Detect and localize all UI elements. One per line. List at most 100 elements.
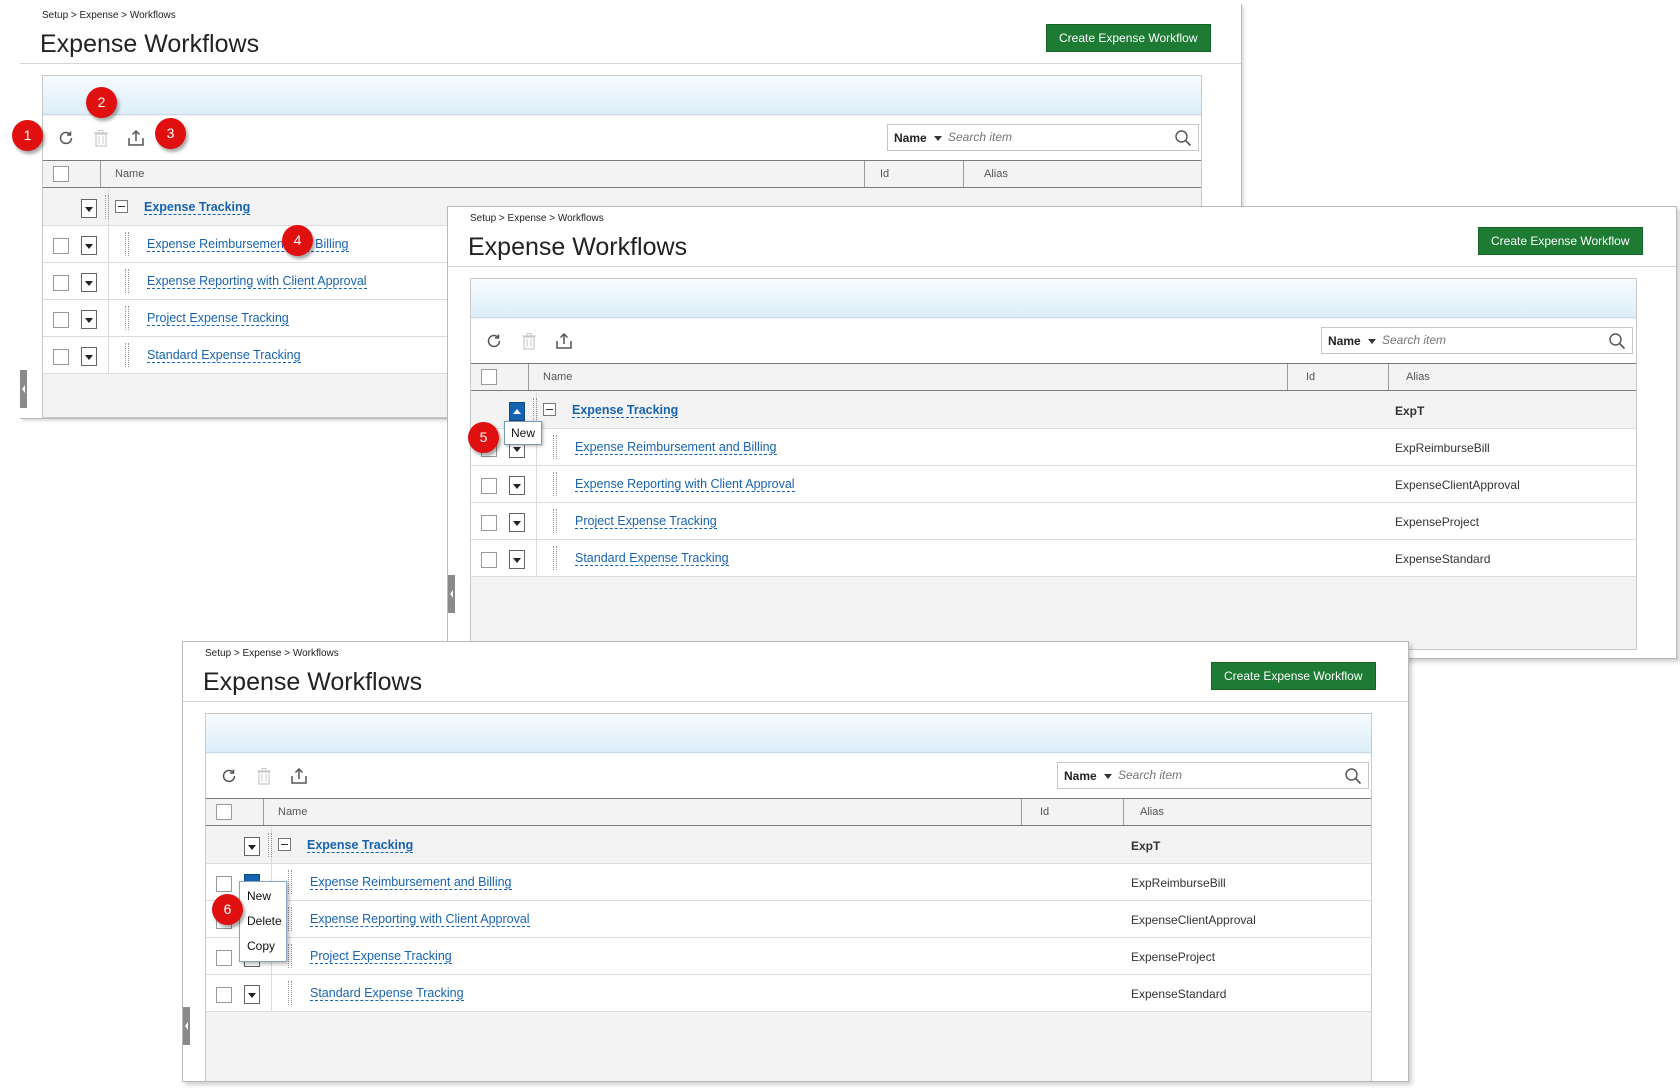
column-id[interactable]: Id: [880, 161, 889, 187]
workflow-link[interactable]: Expense Reporting with Client Approval: [310, 912, 530, 927]
search-icon[interactable]: [1174, 129, 1192, 152]
drag-handle-icon[interactable]: [553, 509, 557, 533]
table-row-group[interactable]: Expense Tracking ExpT: [471, 392, 1636, 429]
breadcrumb[interactable]: Setup > Expense > Workflows: [42, 10, 176, 21]
table-row[interactable]: Project Expense Tracking ExpenseProject: [206, 938, 1371, 975]
export-icon[interactable]: [288, 765, 310, 787]
chevron-down-icon[interactable]: [1104, 774, 1112, 779]
create-expense-workflow-button[interactable]: Create Expense Workflow: [1211, 662, 1376, 690]
row-menu-dropdown[interactable]: [244, 985, 260, 1004]
menu-item-delete[interactable]: Delete: [240, 909, 286, 934]
row-menu-dropdown[interactable]: [509, 550, 525, 569]
table-row-group[interactable]: Expense Tracking ExpT: [206, 827, 1371, 864]
column-alias[interactable]: Alias: [984, 161, 1008, 187]
export-icon[interactable]: [553, 330, 575, 352]
refresh-icon[interactable]: [55, 127, 77, 149]
breadcrumb[interactable]: Setup > Expense > Workflows: [470, 213, 604, 224]
export-icon[interactable]: [125, 127, 147, 149]
workflow-link[interactable]: Expense Reporting with Client Approval: [575, 477, 795, 492]
delete-icon[interactable]: [518, 330, 540, 352]
table-row[interactable]: Standard Expense Tracking ExpenseStandar…: [206, 975, 1371, 1012]
table-row[interactable]: Expense Reporting with Client Approval E…: [471, 466, 1636, 503]
drag-handle-icon[interactable]: [553, 546, 557, 570]
search-input[interactable]: [1118, 768, 1318, 782]
table-row[interactable]: Project Expense Tracking ExpenseProject: [471, 503, 1636, 540]
group-link[interactable]: Expense Tracking: [144, 200, 251, 215]
create-expense-workflow-button[interactable]: Create Expense Workflow: [1478, 227, 1643, 255]
chevron-down-icon[interactable]: [934, 136, 942, 141]
menu-item-new[interactable]: New: [240, 884, 286, 909]
row-checkbox[interactable]: [481, 478, 497, 494]
workflow-link[interactable]: Project Expense Tracking: [147, 311, 289, 326]
collapse-icon[interactable]: [278, 838, 291, 851]
drag-handle-icon[interactable]: [105, 195, 109, 219]
chevron-down-icon[interactable]: [1368, 339, 1376, 344]
row-checkbox[interactable]: [481, 552, 497, 568]
row-menu-dropdown[interactable]: [509, 513, 525, 532]
table-row[interactable]: Expense Reporting with Client Approval E…: [206, 901, 1371, 938]
group-link[interactable]: Expense Tracking: [572, 403, 679, 418]
workflow-link[interactable]: Standard Expense Tracking: [147, 348, 301, 363]
row-menu-dropdown[interactable]: [81, 347, 97, 366]
search-field-select[interactable]: Name: [1064, 769, 1097, 783]
menu-item-copy[interactable]: Copy: [240, 934, 286, 959]
column-id[interactable]: Id: [1040, 799, 1049, 825]
side-panel-toggle[interactable]: [20, 370, 27, 408]
drag-handle-icon[interactable]: [125, 232, 129, 256]
drag-handle-icon[interactable]: [553, 472, 557, 496]
row-checkbox[interactable]: [53, 312, 69, 328]
side-panel-toggle[interactable]: [183, 1007, 190, 1045]
row-checkbox[interactable]: [53, 349, 69, 365]
row-menu-dropdown[interactable]: [509, 476, 525, 495]
row-checkbox[interactable]: [216, 950, 232, 966]
drag-handle-icon[interactable]: [268, 833, 272, 857]
row-menu-dropdown[interactable]: [81, 236, 97, 255]
group-link[interactable]: Expense Tracking: [307, 838, 414, 853]
table-row[interactable]: Expense Reimbursement and Billing ExpRei…: [471, 429, 1636, 466]
column-alias[interactable]: Alias: [1406, 364, 1430, 390]
collapse-icon[interactable]: [543, 403, 556, 416]
workflow-link[interactable]: Standard Expense Tracking: [310, 986, 464, 1001]
column-alias[interactable]: Alias: [1140, 799, 1164, 825]
workflow-link[interactable]: Project Expense Tracking: [575, 514, 717, 529]
delete-icon[interactable]: [90, 127, 112, 149]
table-row[interactable]: Expense Reimbursement and Billing ExpRei…: [206, 864, 1371, 901]
search-input[interactable]: [948, 130, 1148, 144]
column-name[interactable]: Name: [543, 364, 572, 390]
drag-handle-icon[interactable]: [288, 907, 292, 931]
delete-icon[interactable]: [253, 765, 275, 787]
drag-handle-icon[interactable]: [125, 306, 129, 330]
workflow-link[interactable]: Expense Reimbursement and Billing: [575, 440, 777, 455]
drag-handle-icon[interactable]: [288, 981, 292, 1005]
workflow-link[interactable]: Expense Reimbursement and Billing: [310, 875, 512, 890]
breadcrumb[interactable]: Setup > Expense > Workflows: [205, 648, 339, 659]
column-id[interactable]: Id: [1306, 364, 1315, 390]
table-row[interactable]: Standard Expense Tracking ExpenseStandar…: [471, 540, 1636, 577]
refresh-icon[interactable]: [218, 765, 240, 787]
row-menu-dropdown[interactable]: [244, 837, 260, 856]
drag-handle-icon[interactable]: [288, 944, 292, 968]
search-field-select[interactable]: Name: [1328, 334, 1361, 348]
drag-handle-icon[interactable]: [553, 435, 557, 459]
workflow-link[interactable]: Standard Expense Tracking: [575, 551, 729, 566]
row-menu-dropdown[interactable]: [81, 310, 97, 329]
side-panel-toggle[interactable]: [448, 575, 455, 613]
column-name[interactable]: Name: [278, 799, 307, 825]
search-icon[interactable]: [1344, 767, 1362, 790]
row-checkbox[interactable]: [53, 275, 69, 291]
workflow-link[interactable]: Expense Reimbursement and Billing: [147, 237, 349, 252]
row-menu-dropdown[interactable]: [81, 273, 97, 292]
row-menu-dropdown[interactable]: [81, 199, 97, 218]
search-icon[interactable]: [1608, 332, 1626, 355]
workflow-link[interactable]: Project Expense Tracking: [310, 949, 452, 964]
row-checkbox[interactable]: [216, 876, 232, 892]
search-input[interactable]: [1382, 333, 1582, 347]
drag-handle-icon[interactable]: [125, 343, 129, 367]
column-name[interactable]: Name: [115, 161, 144, 187]
row-checkbox[interactable]: [216, 987, 232, 1003]
row-checkbox[interactable]: [481, 515, 497, 531]
select-all-checkbox[interactable]: [216, 804, 232, 820]
collapse-icon[interactable]: [115, 200, 128, 213]
select-all-checkbox[interactable]: [481, 369, 497, 385]
search-field-select[interactable]: Name: [894, 131, 927, 145]
